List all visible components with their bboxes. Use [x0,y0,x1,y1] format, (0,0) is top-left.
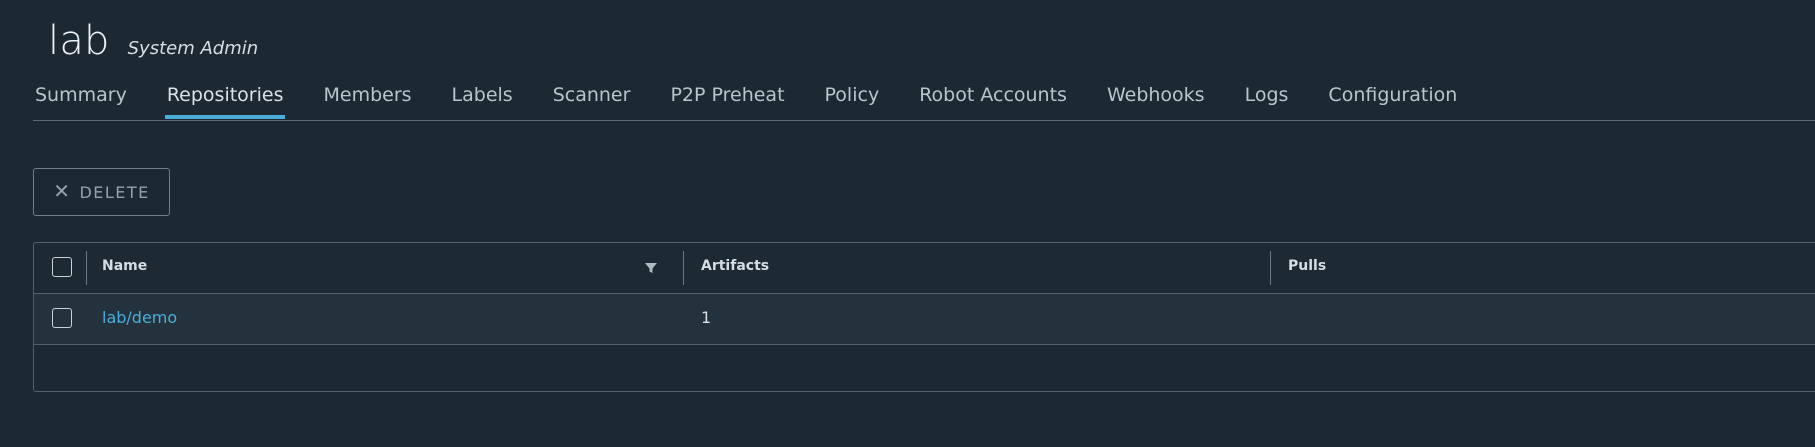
filter-icon[interactable] [644,261,658,275]
tab-configuration[interactable]: Configuration [1326,80,1459,115]
artifacts-count: 1 [701,308,712,327]
repository-name[interactable]: lab/demo [102,308,177,327]
tab-webhooks[interactable]: Webhooks [1105,80,1207,115]
tab-policy[interactable]: Policy [823,80,882,115]
table-header: Name Artifacts Pulls [34,243,1815,294]
column-separator [86,251,87,285]
row-checkbox[interactable] [52,308,72,328]
repositories-table: Name Artifacts Pulls lab/demo 1 [33,242,1815,392]
tab-robot-accounts[interactable]: Robot Accounts [917,80,1069,115]
project-tabs: Summary Repositories Members Labels Scan… [33,80,1815,121]
tab-scanner[interactable]: Scanner [551,80,633,115]
delete-button-label: DELETE [79,182,150,202]
tab-logs[interactable]: Logs [1243,80,1291,115]
close-icon: ✕ [53,179,72,203]
column-header-name[interactable]: Name [102,258,147,274]
delete-button[interactable]: ✕ DELETE [33,168,170,216]
tab-p2p-preheat[interactable]: P2P Preheat [668,80,786,115]
column-separator [1270,251,1271,285]
column-separator [683,251,684,285]
select-all-checkbox[interactable] [52,257,72,277]
project-title: lab [48,18,110,64]
tab-members[interactable]: Members [321,80,413,115]
column-header-pulls[interactable]: Pulls [1288,258,1326,274]
tab-summary[interactable]: Summary [33,80,129,115]
project-header: lab System Admin [48,18,258,74]
table-row: lab/demo 1 [34,294,1815,345]
project-repositories-page: lab System Admin Summary Repositories Me… [0,0,1815,447]
user-role-label: System Admin [127,38,259,59]
column-header-artifacts[interactable]: Artifacts [701,258,769,274]
repository-name-link[interactable]: lab/demo [102,308,177,327]
tab-repositories[interactable]: Repositories [164,80,286,119]
tab-labels[interactable]: Labels [450,80,515,115]
